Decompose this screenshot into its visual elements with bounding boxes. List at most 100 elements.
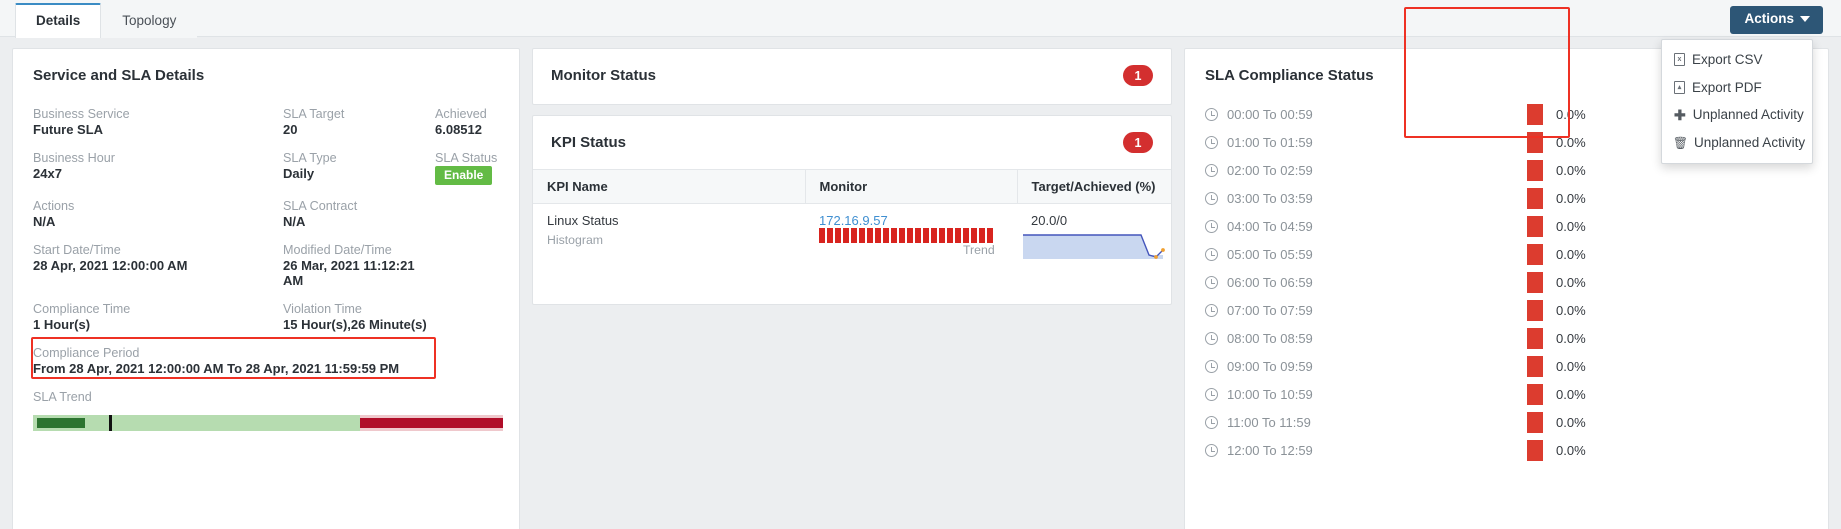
clock-icon <box>1205 247 1218 261</box>
sla-time-range: 03:00 To 03:59 <box>1227 190 1313 206</box>
field-label-achieved: Achieved <box>435 107 487 121</box>
clock-icon <box>1205 135 1218 149</box>
service-sla-details-body: Service and SLA Details Business Service… <box>13 49 519 431</box>
kpi-histogram-label: Histogram <box>547 233 604 247</box>
trash-icon: 🗑 <box>1672 135 1689 150</box>
list-item[interactable]: 06:00 To 06:59 0.0% <box>1205 268 1808 296</box>
field-label-compliance-time: Compliance Time <box>33 302 131 316</box>
sla-time-range: 12:00 To 12:59 <box>1227 442 1313 458</box>
monitor-status-header: Monitor Status 1 <box>533 49 1171 102</box>
sla-time-range: 05:00 To 05:59 <box>1227 246 1313 262</box>
sla-percentage: 0.0% <box>1556 106 1586 122</box>
sla-percentage: 0.0% <box>1556 386 1586 402</box>
list-item[interactable]: 04:00 To 04:59 0.0% <box>1205 212 1808 240</box>
tab-details[interactable]: Details <box>15 2 102 38</box>
sla-time-range: 06:00 To 06:59 <box>1227 274 1313 290</box>
monitor-status-panel: Monitor Status 1 <box>532 48 1172 105</box>
menu-item-delete-unplanned-activity[interactable]: 🗑 Unplanned Activity <box>1662 129 1812 157</box>
list-item[interactable]: 10:00 To 10:59 0.0% <box>1205 380 1808 408</box>
sla-percentage: 0.0% <box>1556 162 1586 178</box>
sla-percentage: 0.0% <box>1556 134 1586 150</box>
clock-icon <box>1205 359 1218 373</box>
sla-trend-violation-segment <box>360 415 503 431</box>
service-sla-details-panel: Service and SLA Details Business Service… <box>12 48 520 529</box>
middle-column: Monitor Status 1 KPI Status 1 KPI Name M… <box>532 48 1172 305</box>
clock-icon <box>1205 303 1218 317</box>
histogram-bar <box>835 228 841 243</box>
list-item[interactable]: 08:00 To 08:59 0.0% <box>1205 324 1808 352</box>
field-label-business-service: Business Service <box>33 107 130 121</box>
histogram-bar <box>859 228 865 243</box>
menu-item-delete-unplanned-activity-label: Unplanned Activity <box>1694 135 1806 151</box>
clock-icon <box>1205 415 1218 429</box>
sla-trend-bar <box>33 415 503 431</box>
sla-violation-bar <box>1527 299 1543 321</box>
field-value-actions: N/A <box>33 214 56 229</box>
kpi-monitor-link[interactable]: 172.16.9.57 <box>819 213 1017 228</box>
field-value-spacer-1 <box>435 214 499 239</box>
list-item[interactable]: 05:00 To 05:59 0.0% <box>1205 240 1808 268</box>
menu-item-export-csv[interactable]: x Export CSV <box>1662 46 1812 74</box>
clock-icon <box>1205 219 1218 233</box>
sla-percentage: 0.0% <box>1556 190 1586 206</box>
actions-dropdown-menu: x Export CSV ▴ Export PDF ✚ Unplanned Ac… <box>1661 39 1813 164</box>
tab-list: Details Topology <box>0 0 1841 38</box>
sla-time-range: 08:00 To 08:59 <box>1227 330 1313 346</box>
menu-item-export-pdf-label: Export PDF <box>1692 79 1762 95</box>
kpi-name-text: Linux Status <box>547 213 619 228</box>
sla-violation-bar <box>1527 439 1543 461</box>
field-value-compliance-time: 1 Hour(s) <box>33 317 91 332</box>
field-label-start-datetime: Start Date/Time <box>33 243 121 257</box>
clock-icon <box>1205 163 1218 177</box>
plus-icon: ✚ <box>1674 107 1686 124</box>
sla-trend-compliant-segment <box>33 415 360 431</box>
list-item[interactable]: 03:00 To 03:59 0.0% <box>1205 184 1808 212</box>
compliance-period-label: Compliance Period <box>33 346 140 360</box>
pdf-file-icon: ▴ <box>1674 80 1685 94</box>
histogram-bar <box>843 228 849 243</box>
actions-button[interactable]: Actions <box>1730 6 1823 34</box>
sla-violation-bar <box>1527 187 1543 209</box>
tab-details-label: Details <box>36 12 81 28</box>
clock-icon <box>1205 107 1218 121</box>
histogram-bar <box>827 228 833 243</box>
field-value-modified-datetime: 26 Mar, 2021 11:12:21 AM <box>283 258 415 288</box>
status-badge: Enable <box>435 166 493 185</box>
monitor-status-count-badge: 1 <box>1123 65 1153 86</box>
kpi-status-title: KPI Status <box>551 134 627 151</box>
kpi-table-header-row: KPI Name Monitor Target/Achieved (%) <box>533 169 1171 204</box>
list-item[interactable]: 12:00 To 12:59 0.0% <box>1205 436 1808 464</box>
histogram-bar <box>899 228 905 243</box>
field-value-sla-status: Enable <box>435 166 499 195</box>
menu-item-export-pdf[interactable]: ▴ Export PDF <box>1662 74 1812 102</box>
excel-file-icon: x <box>1674 53 1685 67</box>
sla-percentage: 0.0% <box>1556 274 1586 290</box>
histogram-bar <box>939 228 945 243</box>
field-value-business-hour: 24x7 <box>33 166 62 181</box>
sla-violation-bar <box>1527 355 1543 377</box>
kpi-trend-sparkline <box>1023 234 1165 259</box>
field-label-actions: Actions <box>33 199 75 213</box>
tab-topology[interactable]: Topology <box>101 3 198 38</box>
sla-violation-bar <box>1527 327 1543 349</box>
histogram-bar <box>931 228 937 243</box>
tab-topology-label: Topology <box>122 12 177 28</box>
sla-trend-label: SLA Trend <box>33 390 92 404</box>
field-value-sla-type: Daily <box>283 166 315 181</box>
field-value-spacer-2 <box>435 258 499 298</box>
kpi-column-header-name: KPI Name <box>533 169 805 204</box>
monitor-status-title: Monitor Status <box>551 67 656 84</box>
histogram-bar <box>819 228 825 243</box>
sla-percentage: 0.0% <box>1556 246 1586 262</box>
list-item[interactable]: 09:00 To 09:59 0.0% <box>1205 352 1808 380</box>
sla-violation-bar <box>1527 243 1543 265</box>
application-window: Details Topology Actions x Export CSV ▴ … <box>0 0 1841 529</box>
sla-percentage: 0.0% <box>1556 302 1586 318</box>
field-label-spacer-1 <box>435 195 499 214</box>
actions-menu-container: Actions x Export CSV ▴ Export PDF ✚ Unpl… <box>1661 6 1823 164</box>
menu-item-add-unplanned-activity[interactable]: ✚ Unplanned Activity <box>1662 101 1812 129</box>
sla-percentage: 0.0% <box>1556 442 1586 458</box>
list-item[interactable]: 11:00 To 11:59 0.0% <box>1205 408 1808 436</box>
list-item[interactable]: 07:00 To 07:59 0.0% <box>1205 296 1808 324</box>
field-label-violation-time: Violation Time <box>283 302 362 316</box>
